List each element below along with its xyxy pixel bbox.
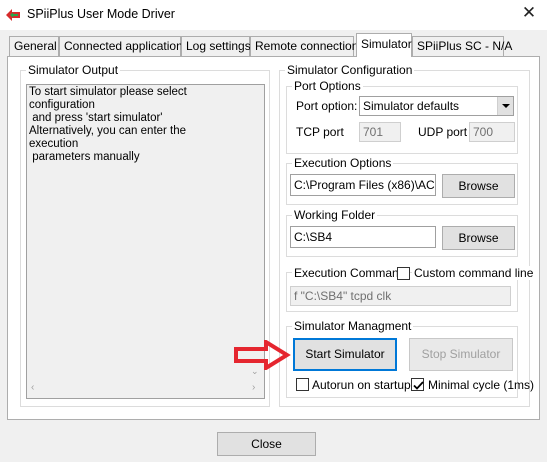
port-option-label: Port option: (296, 99, 358, 113)
minimal-cycle-checkbox[interactable] (411, 378, 424, 391)
execution-browse-button[interactable]: Browse (442, 174, 515, 198)
tab-log-settings[interactable]: Log settings (181, 36, 251, 56)
udp-port-field[interactable]: 700 (469, 122, 515, 142)
custom-command-checkbox[interactable] (397, 267, 410, 280)
execution-options-label: Execution Options (292, 156, 394, 170)
execution-command-field[interactable]: f "C:\SB4" tcpd clk (290, 286, 511, 306)
port-option-value: Simulator defaults (363, 99, 460, 113)
simulator-management-label: Simulator Managment (292, 319, 414, 333)
arrow-right-icon (233, 338, 291, 372)
horizontal-scrollbar[interactable]: ‹ › (27, 381, 264, 397)
port-options-label: Port Options (292, 79, 363, 93)
udp-port-label: UDP port (418, 125, 468, 139)
chevron-down-icon[interactable] (497, 97, 513, 115)
window-title: SPiiPlus User Mode Driver (27, 7, 175, 21)
tcp-port-label: TCP port (296, 125, 344, 139)
tab-simulator[interactable]: Simulator (356, 33, 412, 57)
simulator-output-textarea[interactable]: To start simulator please select configu… (26, 84, 265, 399)
tab-spiiplus-sc[interactable]: SPiiPlus SC - N/A (412, 36, 512, 56)
tab-connected-applications[interactable]: Connected applications (59, 36, 189, 56)
start-simulator-button[interactable]: Start Simulator (293, 338, 397, 371)
execution-path-field[interactable]: C:\Program Files (x86)\ACS M (290, 174, 436, 196)
tcp-port-field[interactable]: 701 (359, 122, 401, 142)
close-window-icon[interactable]: ✕ (514, 2, 544, 26)
tab-remote-connection[interactable]: Remote connection (250, 36, 358, 56)
vertical-scrollbar[interactable]: ⌄ (246, 85, 264, 380)
scroll-left-icon[interactable]: ‹ (31, 382, 34, 393)
checkmark-icon (413, 381, 424, 390)
tab-general[interactable]: General (9, 36, 59, 56)
port-option-select[interactable]: Simulator defaults (359, 96, 514, 116)
app-icon (4, 6, 22, 24)
working-folder-browse-button[interactable]: Browse (442, 226, 515, 250)
autorun-checkbox[interactable] (296, 378, 309, 391)
scroll-right-icon[interactable]: › (252, 382, 255, 393)
simulator-configuration-label: Simulator Configuration (285, 63, 415, 77)
working-folder-label: Working Folder (292, 208, 378, 222)
autorun-label: Autorun on startup (312, 378, 411, 392)
minimal-cycle-label: Minimal cycle (1ms) (428, 378, 535, 392)
simulator-output-label: Simulator Output (26, 63, 121, 77)
close-button[interactable]: Close (217, 432, 316, 456)
working-folder-field[interactable]: C:\SB4 (290, 226, 436, 248)
simulator-output-text: To start simulator please select configu… (29, 86, 187, 163)
execution-command-label: Execution Command (292, 266, 408, 280)
stop-simulator-button[interactable]: Stop Simulator (409, 338, 513, 371)
custom-command-label: Custom command line (412, 266, 536, 280)
